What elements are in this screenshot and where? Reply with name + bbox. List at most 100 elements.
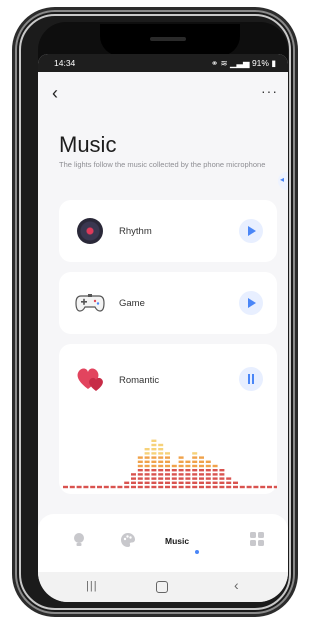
equalizer-segment <box>158 460 164 463</box>
pause-button[interactable] <box>239 367 263 391</box>
mode-card-rhythm[interactable]: Rhythm <box>59 200 277 262</box>
mode-label: Romantic <box>119 375 160 386</box>
equalizer-segment <box>137 464 143 468</box>
equalizer-segment <box>219 477 225 480</box>
equalizer-segment <box>90 485 96 489</box>
equalizer-segment <box>178 469 184 472</box>
equalizer-segment <box>185 481 191 484</box>
equalizer-segment <box>185 473 191 476</box>
equalizer-segment <box>144 460 150 463</box>
app-screen: 14:34 ⚭ ≋ ▁▃▅ 91% ▮ ‹ ··· Music The ligh… <box>38 54 288 602</box>
battery-icon: ▮ <box>268 58 276 68</box>
equalizer-segment <box>165 473 170 476</box>
equalizer-segment <box>144 464 150 468</box>
mode-label: Game <box>119 298 145 309</box>
equalizer-segment <box>178 456 184 459</box>
equalizer-segment <box>137 473 143 476</box>
play-button[interactable] <box>239 291 263 315</box>
equalizer-segment <box>63 485 68 489</box>
equalizer-segment <box>226 481 232 484</box>
equalizer-segment <box>124 481 130 484</box>
mode-card-romantic[interactable]: Romantic <box>59 344 277 494</box>
home-icon[interactable] <box>156 581 168 593</box>
equalizer-segment <box>205 464 211 468</box>
equalizer-segment <box>151 473 157 476</box>
pause-icon <box>247 374 255 384</box>
page-subtitle: The lights follow the music collected by… <box>59 160 266 169</box>
back-arrow-icon[interactable]: ‹ <box>52 84 58 102</box>
equalizer-segment <box>151 456 157 459</box>
equalizer-segment <box>185 485 191 489</box>
equalizer-segment <box>192 464 198 468</box>
equalizer-segment <box>273 485 277 489</box>
side-drawer-tab[interactable]: ◂ <box>278 172 288 190</box>
system-navigation-bar: ||| ‹ <box>38 572 288 602</box>
equalizer-segment <box>199 464 204 468</box>
equalizer-segment <box>192 460 198 463</box>
equalizer-segment <box>165 452 170 455</box>
system-back-icon[interactable]: ‹ <box>234 577 239 593</box>
equalizer-segment <box>171 481 177 484</box>
equalizer-segment <box>212 481 218 484</box>
bulb-icon[interactable] <box>72 532 86 548</box>
recent-apps-icon[interactable]: ||| <box>86 580 98 592</box>
equalizer-segment <box>131 481 136 484</box>
equalizer-segment <box>178 485 184 489</box>
grid-icon[interactable] <box>250 532 264 546</box>
earpiece-speaker <box>150 37 186 41</box>
equalizer-segment <box>110 485 116 489</box>
equalizer-segment <box>144 448 150 451</box>
equalizer-segment <box>158 448 164 451</box>
game-controller-icon <box>75 294 105 312</box>
equalizer-segment <box>158 464 164 468</box>
equalizer-segment <box>137 477 143 480</box>
equalizer-segment <box>199 473 204 476</box>
more-options-icon[interactable]: ··· <box>261 84 278 98</box>
equalizer-segment <box>117 485 123 489</box>
equalizer-segment <box>165 485 170 489</box>
active-indicator <box>195 550 199 554</box>
top-bar: ‹ ··· <box>38 74 288 114</box>
mode-label: Rhythm <box>119 226 152 237</box>
equalizer-segment <box>165 460 170 463</box>
equalizer-segment <box>205 477 211 480</box>
equalizer-segment <box>165 469 170 472</box>
equalizer-segment <box>219 485 225 489</box>
equalizer-segment <box>199 456 204 459</box>
equalizer-segment <box>233 481 238 484</box>
equalizer-segment <box>219 469 225 472</box>
equalizer-segment <box>205 481 211 484</box>
mode-card-game[interactable]: Game <box>59 272 277 334</box>
palette-icon[interactable] <box>120 532 136 548</box>
equalizer-segment <box>192 477 198 480</box>
equalizer-segment <box>151 460 157 463</box>
equalizer-segment <box>151 481 157 484</box>
equalizer-segment <box>151 469 157 472</box>
equalizer-segment <box>165 456 170 459</box>
equalizer-segment <box>69 485 75 489</box>
equalizer-segment <box>137 456 143 459</box>
equalizer-segment <box>144 469 150 472</box>
status-right: ⚭ ≋ ▁▃▅ 91% ▮ <box>211 58 276 69</box>
equalizer-segment <box>144 477 150 480</box>
equalizer-segment <box>178 481 184 484</box>
status-bar: 14:34 ⚭ ≋ ▁▃▅ 91% ▮ <box>38 54 288 72</box>
equalizer-segment <box>233 485 238 489</box>
equalizer-segment <box>178 464 184 468</box>
equalizer-segment <box>199 460 204 463</box>
equalizer-segment <box>158 473 164 476</box>
nav-item-music[interactable]: Music <box>165 536 189 546</box>
equalizer-segment <box>246 485 252 489</box>
equalizer-segment <box>171 477 177 480</box>
equalizer-segment <box>185 469 191 472</box>
equalizer-segment <box>171 469 177 472</box>
equalizer-segment <box>212 477 218 480</box>
vinyl-record-icon <box>77 218 103 244</box>
battery-percent: 91% <box>251 58 269 68</box>
equalizer-segment <box>171 473 177 476</box>
play-button[interactable] <box>239 219 263 243</box>
equalizer-segment <box>171 464 177 468</box>
equalizer-segment <box>205 469 211 472</box>
equalizer-segment <box>131 477 136 480</box>
equalizer-segment <box>151 439 157 442</box>
